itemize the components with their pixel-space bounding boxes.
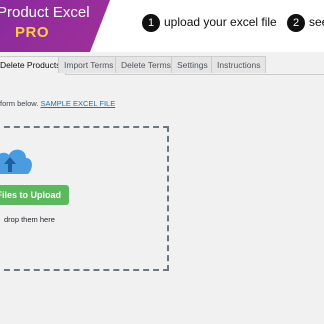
step-2-label: see — [309, 15, 324, 29]
brand-subtitle: PRO — [15, 24, 50, 41]
tab-settings[interactable]: Settings — [171, 56, 214, 73]
step-2-number: 2 — [287, 14, 305, 32]
brand-logo: Product Excel PRO — [0, 0, 110, 52]
step-1-number: 1 — [142, 14, 160, 32]
tab-instructions[interactable]: Instructions — [211, 56, 267, 73]
tab-delete-products[interactable]: Delete Products — [0, 56, 67, 75]
tab-delete-terms[interactable]: Delete Terms — [115, 56, 177, 73]
tab-import-terms[interactable]: Import Terms — [58, 56, 120, 73]
intro-label: form below. — [0, 99, 39, 108]
drop-instruction: drop them here — [4, 215, 55, 224]
step-1-label: upload your excel file — [164, 15, 277, 29]
intro-text: form below. SAMPLE EXCEL FILE — [0, 99, 115, 108]
header-bar: Product Excel PRO 1 upload your excel fi… — [0, 0, 324, 52]
tab-bar: Delete Products Import Terms Delete Term… — [0, 56, 324, 75]
cloud-upload-icon — [0, 149, 32, 174]
brand-title: Product Excel — [0, 4, 90, 21]
upload-files-button[interactable]: Files to Upload — [0, 185, 69, 205]
sample-excel-link[interactable]: SAMPLE EXCEL FILE — [40, 99, 115, 108]
